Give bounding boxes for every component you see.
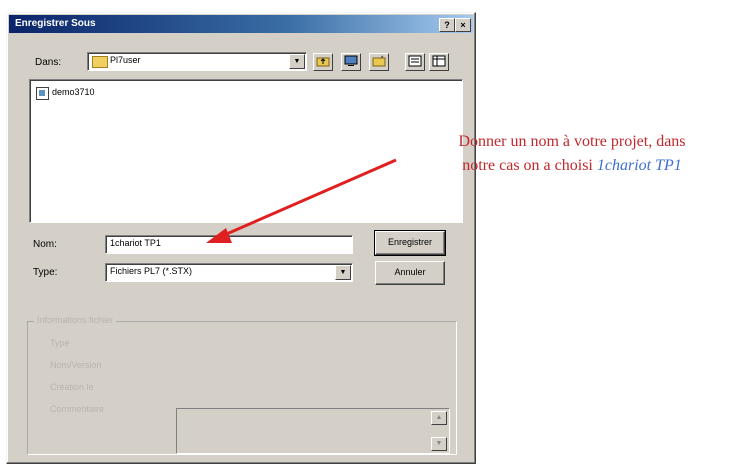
annotation-callout: Donner un nom à votre projet, dans notre… bbox=[396, 130, 748, 178]
annotation-prefix: notre cas on a choisi bbox=[462, 157, 597, 174]
annotation-line-1: Donner un nom à votre projet, dans bbox=[458, 133, 686, 150]
annotation-line-2: notre cas on a choisi 1chariot TP1 bbox=[396, 154, 748, 178]
annotation-arrow bbox=[206, 158, 397, 243]
annotation-emphasis: 1chariot TP1 bbox=[596, 157, 682, 174]
